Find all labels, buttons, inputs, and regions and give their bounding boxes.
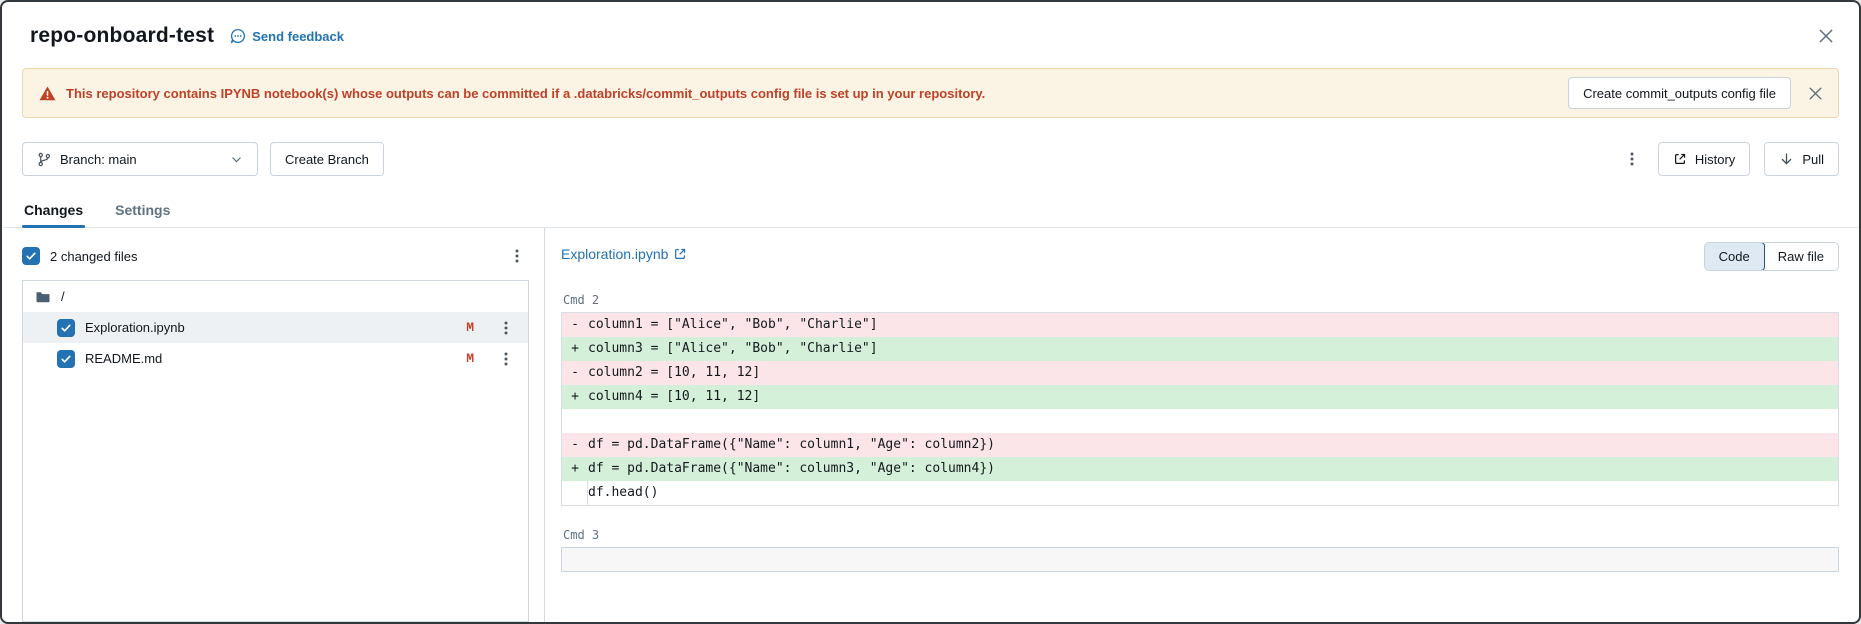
diff-line-context: df.head() [562,481,1838,505]
open-file-external-icon [673,247,687,261]
notebook-cells: Cmd 2 - column1 = ["Alice", "Bob", "Char… [561,293,1839,572]
toolbar-right-group: History Pull [1620,142,1839,176]
changed-files-header: 2 changed files [22,242,529,270]
file-tree: / Exploration.ipynb M README.md M [22,280,529,622]
feedback-label: Send feedback [252,29,344,44]
diff-block: - column1 = ["Alice", "Bob", "Charlie"] … [561,312,1839,506]
cell-label: Cmd 2 [563,293,1839,307]
changes-content: 2 changed files / Exploration.ipynb M RE… [2,228,1859,622]
diff-line-added: + df = pd.DataFrame({"Name": column3, "A… [562,457,1838,481]
pull-button[interactable]: Pull [1764,142,1839,176]
history-button[interactable]: History [1658,142,1750,176]
banner-dismiss-icon[interactable] [1801,81,1826,106]
changed-files-summary: 2 changed files [50,249,137,264]
diff-line-code: column4 = [10, 11, 12] [588,385,1838,409]
warning-banner: This repository contains IPYNB notebook(… [22,68,1839,118]
warning-message: This repository contains IPYNB notebook(… [66,86,1558,101]
file-tree-root-folder[interactable]: / [23,281,528,312]
diff-line-sign: + [562,457,588,481]
create-branch-button[interactable]: Create Branch [270,142,384,176]
git-branch-icon [37,152,52,167]
tab-changes[interactable]: Changes [22,196,85,227]
branch-selector[interactable]: Branch: main [22,142,258,176]
create-config-button[interactable]: Create commit_outputs config file [1568,77,1791,109]
repo-toolbar: Branch: main Create Branch History Pull [22,142,1839,176]
diff-line-code: df.head() [588,481,1838,505]
select-all-checkbox[interactable] [22,247,40,265]
root-folder-label: / [61,289,65,304]
file-status-badge: M [466,351,474,366]
diff-line-sign: - [562,313,588,337]
diff-line-blank [562,409,1838,433]
file-row[interactable]: Exploration.ipynb M [23,312,528,343]
file-kebab-icon[interactable] [494,316,518,340]
empty-cell [561,547,1839,572]
diff-line-code: column1 = ["Alice", "Bob", "Charlie"] [588,313,1838,337]
diff-file-name: Exploration.ipynb [561,246,668,262]
view-mode-code[interactable]: Code [1704,242,1765,271]
diff-header: Exploration.ipynb Code Raw file [561,242,1839,271]
diff-line-sign: + [562,337,588,361]
changed-files-panel: 2 changed files / Exploration.ipynb M RE… [2,228,544,622]
files-kebab-icon[interactable] [505,244,529,268]
arrow-down-icon [1779,152,1794,167]
file-kebab-icon[interactable] [494,347,518,371]
tab-settings[interactable]: Settings [113,196,172,227]
diff-line-sign: + [562,385,588,409]
tab-bar: Changes Settings [2,196,1859,228]
feedback-bubble-icon [230,28,246,44]
diff-line-code: column3 = ["Alice", "Bob", "Charlie"] [588,337,1838,361]
pull-label: Pull [1802,152,1824,167]
diff-line-sign: - [562,361,588,385]
diff-line-added: + column4 = [10, 11, 12] [562,385,1838,409]
diff-line-removed: - df = pd.DataFrame({"Name": column1, "A… [562,433,1838,457]
view-mode-raw[interactable]: Raw file [1764,243,1838,270]
diff-line-code: df = pd.DataFrame({"Name": column1, "Age… [588,433,1838,457]
file-name: README.md [85,351,456,366]
cell-label: Cmd 3 [563,528,1839,542]
file-checkbox[interactable] [57,319,75,337]
file-row[interactable]: README.md M [23,343,528,374]
diff-line-code [588,409,1838,433]
diff-line-code: column2 = [10, 11, 12] [588,361,1838,385]
toolbar-kebab-icon[interactable] [1620,147,1644,171]
diff-line-code: df = pd.DataFrame({"Name": column3, "Age… [588,457,1838,481]
chevron-down-icon [230,153,243,166]
repos-dialog: repo-onboard-test Send feedback This rep… [0,0,1861,624]
file-name: Exploration.ipynb [85,320,456,335]
diff-line-removed: - column1 = ["Alice", "Bob", "Charlie"] [562,313,1838,337]
history-label: History [1695,152,1735,167]
view-mode-toggle: Code Raw file [1704,242,1839,271]
diff-panel: Exploration.ipynb Code Raw file Cmd 2 - … [544,228,1859,622]
diff-line-sign: - [562,433,588,457]
send-feedback-link[interactable]: Send feedback [230,28,344,44]
diff-file-link[interactable]: Exploration.ipynb [561,242,687,262]
diff-line-sign [562,409,588,433]
external-link-icon [1673,152,1687,166]
diff-line-added: + column3 = ["Alice", "Bob", "Charlie"] [562,337,1838,361]
dialog-header: repo-onboard-test Send feedback [2,2,1859,64]
warning-triangle-icon [39,85,56,102]
branch-selector-label: Branch: main [60,152,137,167]
diff-line-removed: - column2 = [10, 11, 12] [562,361,1838,385]
file-checkbox[interactable] [57,350,75,368]
dialog-close-icon[interactable] [1817,27,1835,45]
file-status-badge: M [466,320,474,335]
diff-line-sign [562,481,588,505]
page-title: repo-onboard-test [30,24,214,48]
folder-icon [35,289,51,305]
